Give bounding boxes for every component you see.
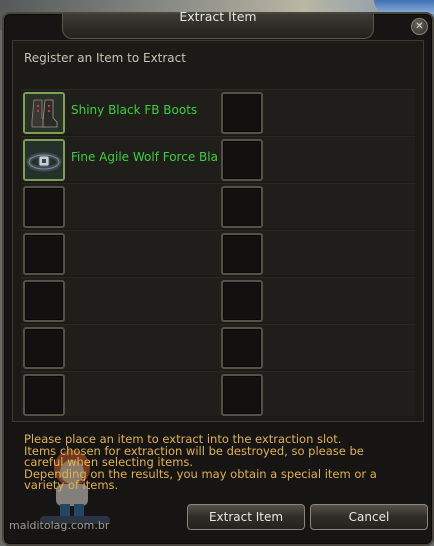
boots-icon <box>25 94 63 132</box>
register-panel: Register an Item to Extract Shiny Black … <box>12 40 424 422</box>
empty-slot[interactable] <box>23 186 65 228</box>
item-name: Shiny Black FB Boots <box>71 103 198 117</box>
slot-row-left-5[interactable] <box>21 277 219 322</box>
slot-row-right-7[interactable] <box>219 371 415 416</box>
slot-row-right-5[interactable] <box>219 277 415 322</box>
extraction-notice: Please place an item to extract into the… <box>24 433 409 492</box>
slot-row-right-4[interactable] <box>219 230 415 275</box>
slot-row-left-3[interactable] <box>21 183 219 228</box>
slot-row-left-4[interactable] <box>21 230 219 275</box>
empty-slot[interactable] <box>221 233 263 275</box>
extract-item-button[interactable]: Extract Item <box>187 504 305 530</box>
slot-row-right-1[interactable] <box>219 89 415 134</box>
empty-slot[interactable] <box>221 92 263 134</box>
item-slot[interactable] <box>23 139 65 181</box>
empty-slot[interactable] <box>221 327 263 369</box>
empty-slot[interactable] <box>221 374 263 416</box>
slot-row-left-2[interactable]: Fine Agile Wolf Force Bla <box>21 136 219 181</box>
title-bar[interactable]: Extract Item <box>62 9 374 39</box>
empty-slot[interactable] <box>221 139 263 181</box>
panel-header: Register an Item to Extract <box>24 51 186 65</box>
window-title: Extract Item <box>179 9 257 24</box>
empty-slot[interactable] <box>221 186 263 228</box>
slot-row-left-6[interactable] <box>21 324 219 369</box>
empty-slot[interactable] <box>23 280 65 322</box>
empty-slot[interactable] <box>23 374 65 416</box>
slot-row-right-6[interactable] <box>219 324 415 369</box>
item-slot[interactable] <box>23 92 65 134</box>
empty-slot[interactable] <box>23 327 65 369</box>
empty-slot[interactable] <box>221 280 263 322</box>
item-name: Fine Agile Wolf Force Bla <box>71 150 218 164</box>
extract-item-window: Extract Item ✕ Register an Item to Extra… <box>2 9 434 546</box>
close-icon[interactable]: ✕ <box>411 18 428 35</box>
slot-row-right-2[interactable] <box>219 136 415 181</box>
slot-row-right-3[interactable] <box>219 183 415 228</box>
site-watermark: malditolag.com.br <box>9 519 110 532</box>
slot-row-left-7[interactable] <box>21 371 219 416</box>
slot-row-left-1[interactable]: Shiny Black FB Boots <box>21 89 219 134</box>
empty-slot[interactable] <box>23 233 65 275</box>
cancel-button[interactable]: Cancel <box>310 504 428 530</box>
notice-line: variety of items. <box>24 478 119 492</box>
belt-icon <box>25 141 63 179</box>
